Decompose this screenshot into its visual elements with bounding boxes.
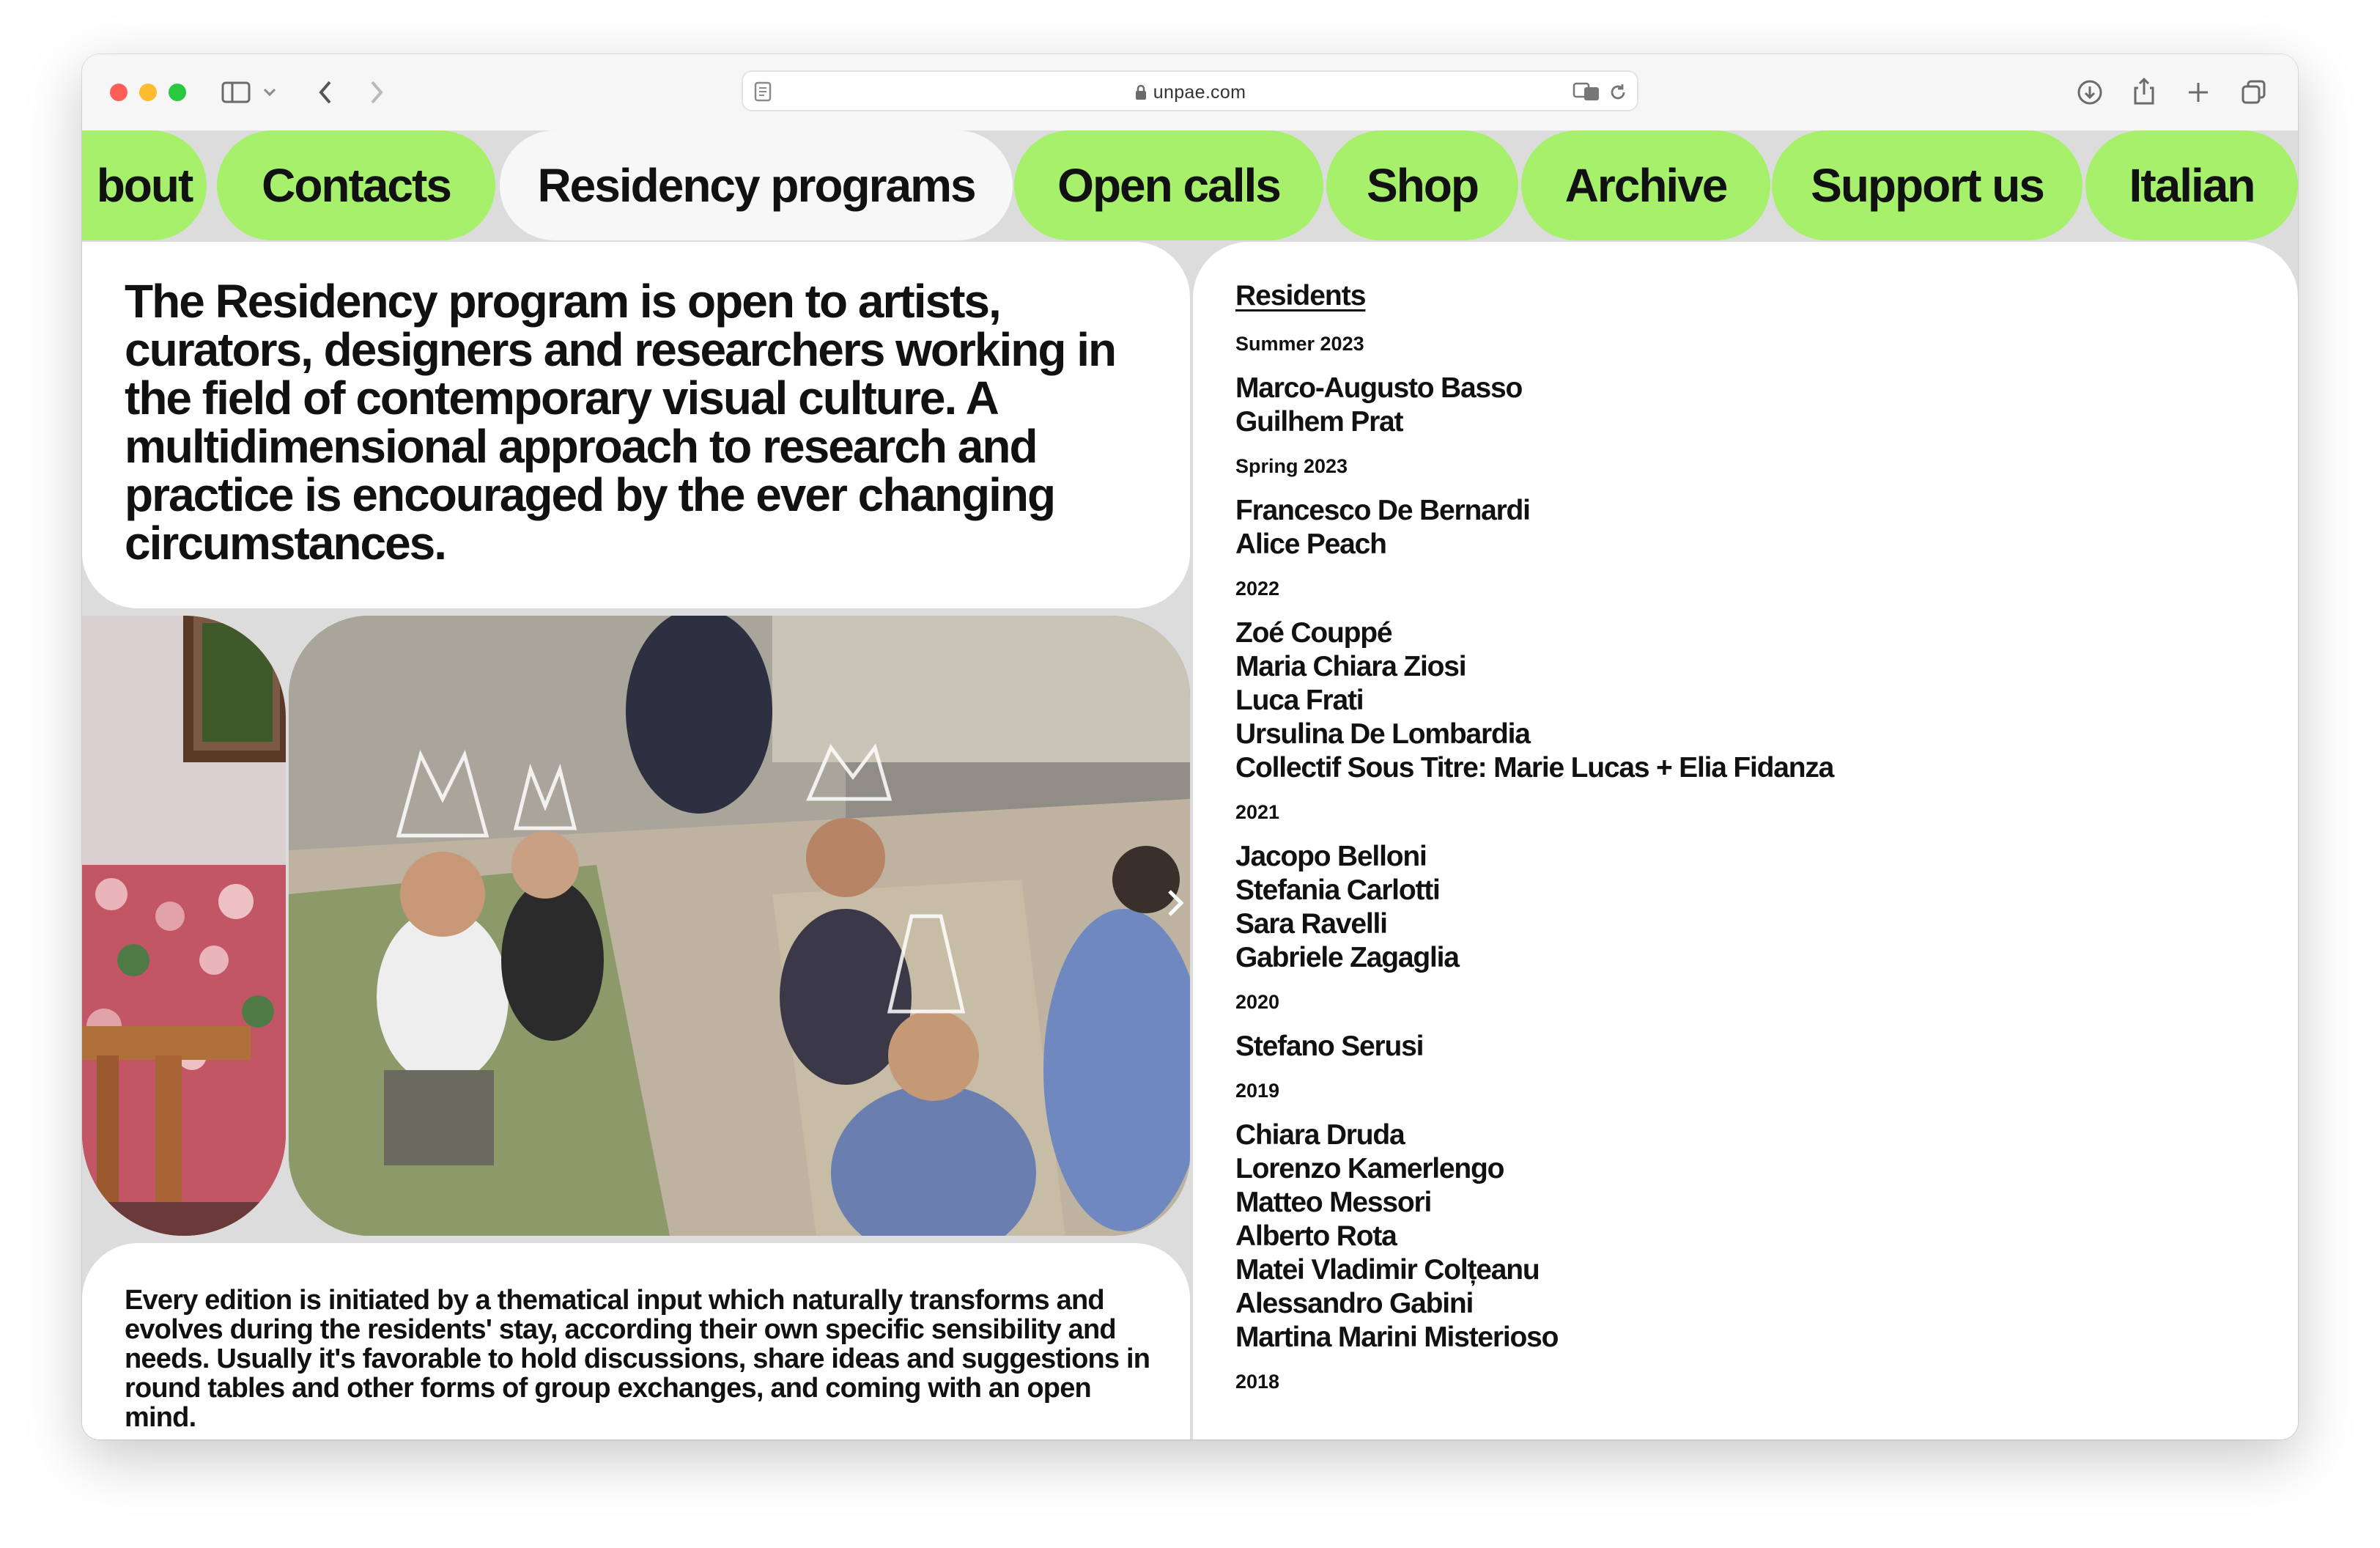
gallery-next-arrow-icon[interactable]: [1165, 888, 1186, 918]
resident-name[interactable]: Jacopo Belloni: [1235, 840, 2261, 874]
web-page: bout Contacts Residency programs Open ca…: [82, 130, 2298, 1440]
year-label: 2021: [1235, 801, 1280, 823]
year-label: 2022: [1235, 578, 1280, 600]
tabs-overview-icon[interactable]: [2241, 79, 2267, 106]
translate-icon[interactable]: [1572, 81, 1602, 103]
resident-name[interactable]: Alice Peach: [1235, 528, 2261, 561]
download-icon[interactable]: [2077, 79, 2103, 106]
resident-names: Jacopo Belloni Stefania Carlotti Sara Ra…: [1235, 840, 2261, 975]
nav-item-open-calls[interactable]: Open calls: [1014, 130, 1323, 240]
resident-name[interactable]: Gabriele Zagaglia: [1235, 941, 2261, 975]
main-navigation: bout Contacts Residency programs Open ca…: [82, 130, 2298, 242]
residency-description: The Residency program is open to artists…: [82, 242, 1190, 1440]
resident-name[interactable]: Lorenzo Kamerlengo: [1235, 1152, 2261, 1186]
url-text: unpae.com: [1153, 82, 1246, 103]
resident-name[interactable]: Francesco De Bernardi: [1235, 494, 2261, 528]
nav-item-residency-programs[interactable]: Residency programs: [500, 130, 1013, 240]
close-window-button[interactable]: [110, 84, 128, 101]
browser-toolbar: unpae.com: [82, 54, 2298, 132]
resident-name[interactable]: Matteo Messori: [1235, 1186, 2261, 1220]
chevron-down-icon[interactable]: [262, 86, 277, 98]
resident-names: Marco-Augusto Basso Guilhem Prat: [1235, 372, 2261, 439]
resident-name[interactable]: Matei Vladimir Colțeanu: [1235, 1253, 2261, 1287]
sidebar-icon[interactable]: [221, 81, 251, 104]
address-bar[interactable]: unpae.com: [742, 70, 1638, 111]
nav-item-archive[interactable]: Archive: [1521, 130, 1770, 240]
resident-names: Zoé Couppé Maria Chiara Ziosi Luca Frati…: [1235, 616, 2261, 785]
resident-name[interactable]: Marco-Augusto Basso: [1235, 372, 2261, 405]
year-label: Summer 2023: [1235, 333, 1364, 355]
url-display[interactable]: unpae.com: [743, 82, 1637, 103]
browser-window: unpae.com bout Contacts Residency progra…: [82, 54, 2298, 1440]
residents-list: Residents Summer 2023 Marco-Augusto Bass…: [1235, 280, 2261, 1409]
zoom-window-button[interactable]: [169, 84, 186, 101]
resident-name[interactable]: Alessandro Gabini: [1235, 1287, 2261, 1321]
resident-name[interactable]: Alberto Rota: [1235, 1220, 2261, 1253]
gallery-previous-photo[interactable]: [82, 616, 286, 1236]
resident-name[interactable]: Ursulina De Lombardia: [1235, 718, 2261, 751]
resident-names: Chiara Druda Lorenzo Kamerlengo Matteo M…: [1235, 1118, 2261, 1354]
minimize-window-button[interactable]: [139, 84, 157, 101]
nav-item-about[interactable]: bout: [82, 130, 207, 240]
residents-panel: Residents Summer 2023 Marco-Augusto Bass…: [1193, 242, 2298, 1440]
nav-item-support-us[interactable]: Support us: [1772, 130, 2082, 240]
year-label: 2020: [1235, 991, 1280, 1013]
resident-name[interactable]: Stefano Serusi: [1235, 1030, 2261, 1064]
nav-item-shop[interactable]: Shop: [1326, 130, 1518, 240]
resident-name[interactable]: Guilhem Prat: [1235, 405, 2261, 439]
resident-names: Francesco De Bernardi Alice Peach: [1235, 494, 2261, 561]
resident-name[interactable]: Chiara Druda: [1235, 1118, 2261, 1152]
resident-name[interactable]: Stefania Carlotti: [1235, 874, 2261, 907]
resident-name[interactable]: Maria Chiara Ziosi: [1235, 650, 2261, 684]
residents-heading-link[interactable]: Residents: [1235, 280, 1366, 312]
year-label: 2019: [1235, 1080, 1280, 1102]
body-text: Every edition is initiated by a thematic…: [125, 1285, 1150, 1433]
gallery-main-photo[interactable]: [289, 616, 1190, 1236]
plus-icon[interactable]: [2187, 81, 2210, 104]
resident-name[interactable]: Sara Ravelli: [1235, 907, 2261, 941]
interior-photo: [82, 616, 286, 1236]
forward-arrow-icon[interactable]: [368, 79, 385, 106]
resident-name[interactable]: Zoé Couppé: [1235, 616, 2261, 650]
year-label: Spring 2023: [1235, 455, 1348, 477]
intro-card: The Residency program is open to artists…: [82, 242, 1190, 608]
lock-icon: [1135, 84, 1146, 100]
intro-text: The Residency program is open to artists…: [125, 275, 1117, 570]
resident-name[interactable]: Collectif Sous Titre: Marie Lucas + Elia…: [1235, 751, 2261, 785]
back-arrow-icon[interactable]: [317, 79, 334, 106]
nav-item-contacts[interactable]: Contacts: [217, 130, 495, 240]
reload-icon[interactable]: [1608, 82, 1628, 103]
residents-photo: [289, 616, 1190, 1236]
resident-name[interactable]: Martina Marini Misterioso: [1235, 1321, 2261, 1354]
nav-item-italian[interactable]: Italian: [2085, 130, 2298, 240]
resident-names: Stefano Serusi: [1235, 1030, 2261, 1064]
resident-name[interactable]: Luca Frati: [1235, 684, 2261, 718]
year-label: 2018: [1235, 1371, 1280, 1393]
body-card: Every edition is initiated by a thematic…: [82, 1243, 1190, 1440]
share-icon[interactable]: [2132, 76, 2156, 106]
